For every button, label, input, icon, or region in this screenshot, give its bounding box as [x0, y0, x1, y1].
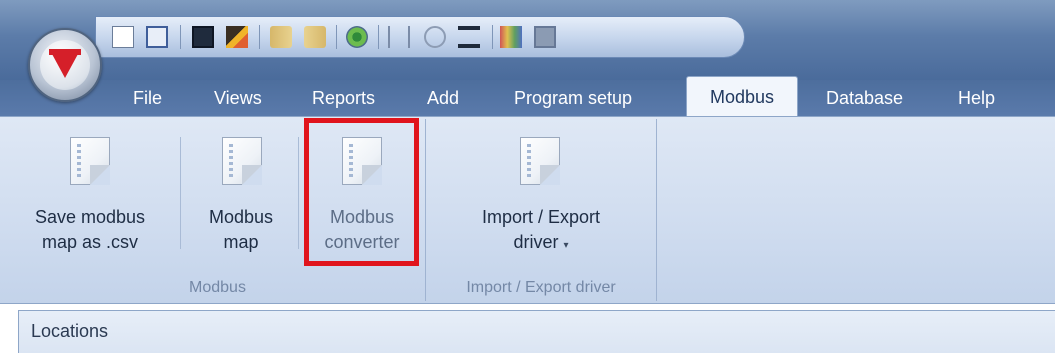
panel-title: Locations [31, 321, 109, 341]
modbus-map-button[interactable]: Modbus map [186, 119, 296, 269]
forward-icon[interactable] [270, 26, 292, 48]
toolbar-separator [259, 25, 260, 49]
toolbar-separator [492, 25, 493, 49]
tab-reports[interactable]: Reports [312, 80, 375, 116]
new-document-icon[interactable] [112, 26, 134, 48]
group-label-modbus: Modbus [189, 279, 246, 296]
quick-access-toolbar [95, 16, 745, 58]
import-export-driver-button[interactable]: Import / Export driver ▾ [426, 119, 656, 269]
locations-panel: Locations [18, 310, 1055, 353]
network-icon[interactable] [458, 26, 480, 48]
logo-triangle-icon [52, 54, 78, 78]
ribbon-group-import-export-driver: Import / Export driver ▾ Import / Export… [426, 119, 657, 301]
button-label: Import / Export driver ▾ [481, 207, 601, 252]
tab-modbus[interactable]: Modbus [686, 76, 798, 117]
document-icon [70, 137, 110, 185]
menu-tab-bar: File Views Reports Add Program setup Mod… [0, 76, 1055, 117]
ribbon-panel: Save modbus map as .csv Modbus map Modbu… [0, 116, 1055, 304]
tab-database[interactable]: Database [826, 80, 903, 116]
save-modbus-map-csv-button[interactable]: Save modbus map as .csv [10, 119, 170, 269]
wireless-icon[interactable] [424, 26, 446, 48]
toolbar-separator [336, 25, 337, 49]
settings-gear-icon[interactable] [346, 26, 368, 48]
color-palette-icon[interactable] [500, 26, 522, 48]
title-bar [0, 0, 1055, 81]
monitor-icon[interactable] [534, 26, 556, 48]
tab-views[interactable]: Views [214, 80, 262, 116]
antenna-icon[interactable] [388, 26, 410, 48]
button-label: Modbus map [208, 207, 274, 252]
button-label: Save modbus map as .csv [34, 207, 146, 252]
print-icon[interactable] [146, 26, 168, 48]
tab-program-setup[interactable]: Program setup [514, 80, 632, 116]
document-icon [520, 137, 560, 185]
toolbar-separator [378, 25, 379, 49]
dropdown-caret-icon: ▾ [563, 240, 569, 251]
edit-icon[interactable] [226, 26, 248, 48]
ribbon-separator [180, 137, 181, 249]
document-icon [222, 137, 262, 185]
tab-help[interactable]: Help [958, 80, 995, 116]
tab-file[interactable]: File [133, 80, 162, 116]
toolbar-separator [180, 25, 181, 49]
back-icon[interactable] [304, 26, 326, 48]
highlight-box [304, 118, 419, 266]
group-label-import-export-driver: Import / Export driver [466, 279, 616, 296]
app-logo [40, 40, 90, 90]
app-menu-button[interactable] [28, 28, 102, 102]
save-icon[interactable] [192, 26, 214, 48]
tab-add[interactable]: Add [427, 80, 459, 116]
ribbon-separator [298, 137, 299, 249]
